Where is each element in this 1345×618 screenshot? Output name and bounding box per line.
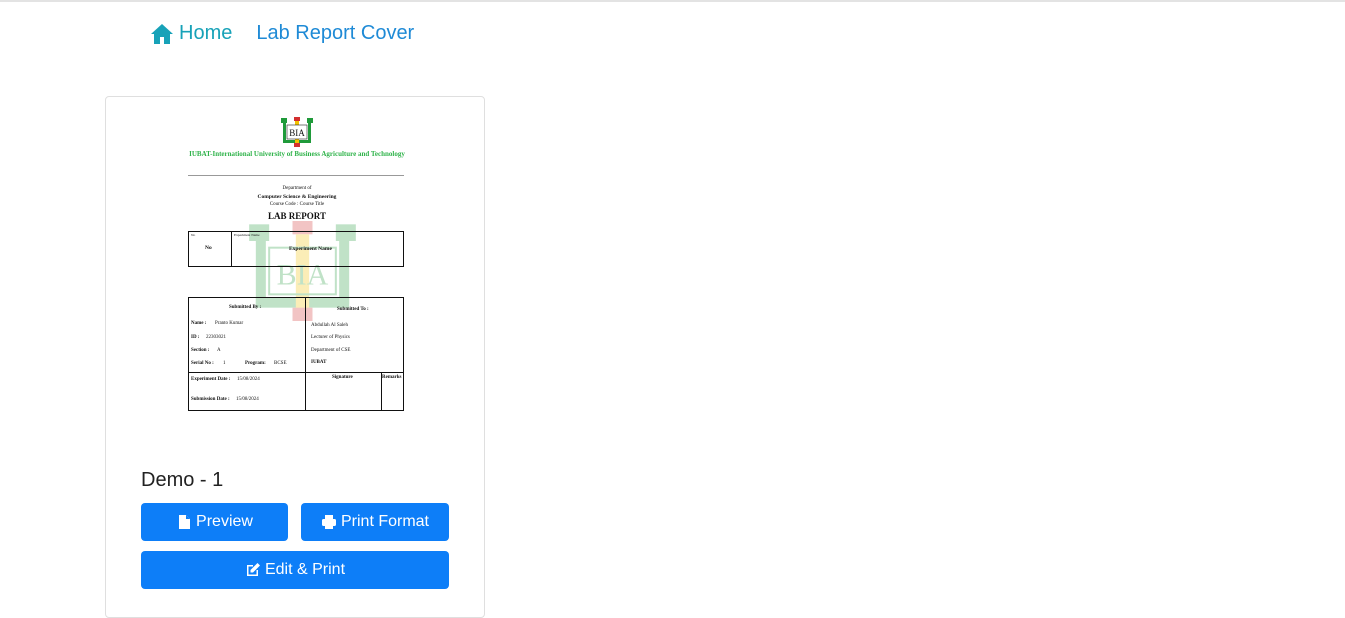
program-value: BCSE <box>274 361 287 366</box>
department-block: Department of Computer Science & Enginee… <box>188 185 406 209</box>
breadcrumb-current[interactable]: Lab Report Cover <box>256 22 414 45</box>
home-icon <box>151 23 173 44</box>
name-value: Pranto Kumar <box>215 321 244 326</box>
file-icon <box>179 515 191 529</box>
id-value: 22303021 <box>206 335 226 340</box>
department-name: Computer Science & Engineering <box>257 194 337 200</box>
print-format-button[interactable]: Print Format <box>301 503 449 541</box>
program-label: Program: <box>245 361 266 366</box>
edit-icon <box>246 563 260 576</box>
experiment-table: No No Experiment Name Experiment Name <box>188 231 404 267</box>
submitted-to-label: Submitted To : <box>337 307 369 312</box>
preview-button[interactable]: Preview <box>141 503 288 541</box>
university-logo: BIA <box>281 117 313 147</box>
template-card: BIA IUBAT-International University of Bu… <box>105 96 485 618</box>
submitted-by-label: Submitted By : <box>229 305 262 310</box>
section-value: A <box>217 348 221 353</box>
teacher-inst: IUBAT <box>311 360 327 365</box>
remarks-label: Remarks <box>382 375 402 380</box>
breadcrumb-home-link[interactable]: Home <box>150 22 232 45</box>
submission-table: Submitted By : Submitted To : Name : Pra… <box>188 297 404 411</box>
section-label: Section : <box>191 348 210 353</box>
dept-of: Department of <box>282 186 312 191</box>
edit-print-label: Edit & Print <box>264 561 346 578</box>
edit-print-button[interactable]: Edit & Print <box>141 551 449 589</box>
svg-text:BIA: BIA <box>289 128 305 138</box>
university-name: IUBAT-International University of Busine… <box>189 150 405 158</box>
print-format-label: Print Format <box>340 513 429 530</box>
signature-label: Signature <box>332 375 353 380</box>
teacher-title: Lecturer of Physics <box>311 335 350 340</box>
cover-thumbnail[interactable]: BIA IUBAT-International University of Bu… <box>188 115 406 415</box>
serial-label: Serial No : <box>191 361 214 366</box>
exp-date-label: Experiment Date : <box>191 377 231 382</box>
course-line: Course Code : Course Title <box>269 202 325 207</box>
thumbnail-divider <box>188 175 404 176</box>
breadcrumb: Home Lab Report Cover <box>150 22 414 45</box>
top-divider <box>0 0 1345 2</box>
report-title: LAB REPORT <box>268 211 326 221</box>
printer-icon <box>321 515 336 529</box>
teacher-dept: Department of CSE <box>311 348 351 353</box>
sub-date-label: Submission Date : <box>191 397 230 402</box>
card-title: Demo - 1 <box>141 469 224 491</box>
exp-no-value: No <box>205 245 212 251</box>
id-label: ID : <box>191 335 200 340</box>
exp-no-header: No <box>191 233 196 237</box>
exp-name-header: Experiment Name <box>234 233 260 237</box>
exp-date-value: 15/08/2024 <box>237 377 260 382</box>
breadcrumb-home-label: Home <box>179 22 233 44</box>
preview-label: Preview <box>196 513 253 530</box>
sub-date-value: 15/08/2024 <box>236 397 259 402</box>
name-label: Name : <box>191 321 207 326</box>
teacher-name: Abdullah Al Saleh <box>311 323 348 328</box>
exp-name-value: Experiment Name <box>289 246 332 252</box>
serial-value: 1 <box>223 361 226 366</box>
